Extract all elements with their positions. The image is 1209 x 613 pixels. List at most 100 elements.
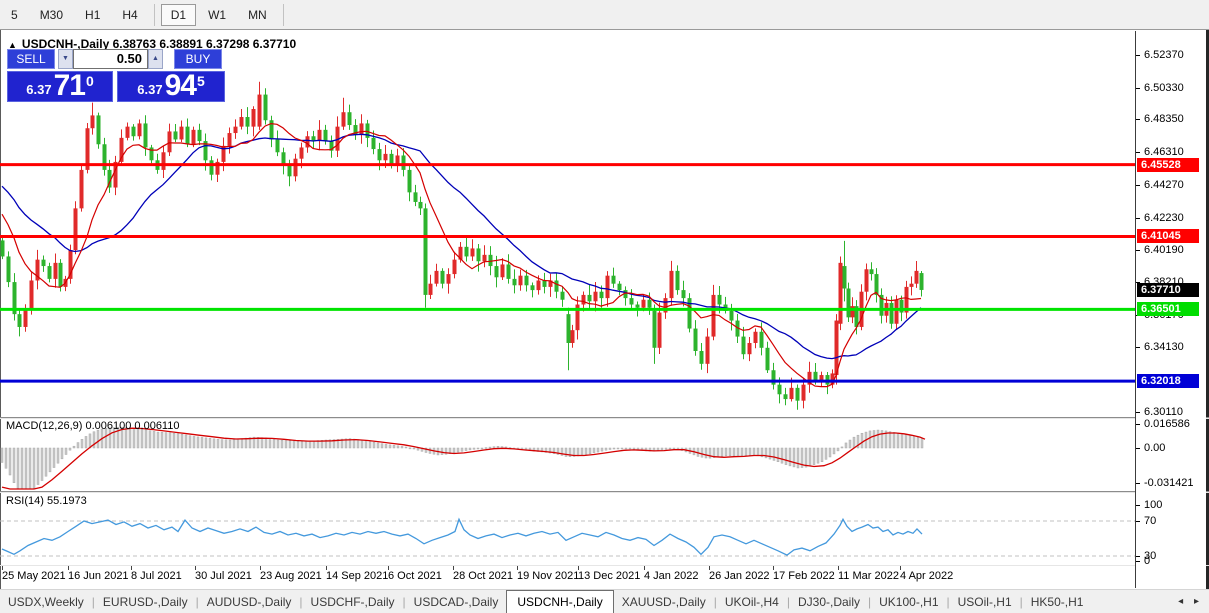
candle-bearish <box>408 170 412 192</box>
candle-bearish <box>42 260 46 266</box>
macd-histogram-bar <box>405 447 407 448</box>
macd-histogram-bar <box>265 438 267 448</box>
axis-tick <box>1136 521 1140 522</box>
macd-histogram-bar <box>477 448 479 449</box>
chart-canvas[interactable] <box>0 32 1135 588</box>
date-axis-tick <box>195 566 196 570</box>
chart-tab-usdcnh-daily[interactable]: USDCNH-,Daily <box>506 590 613 613</box>
macd-histogram-bar <box>729 448 731 456</box>
sell-button[interactable]: SELL <box>7 49 55 69</box>
candle-bullish <box>865 269 869 291</box>
candle-bearish <box>600 292 604 298</box>
candle-bullish <box>180 127 184 140</box>
macd-histogram-bar <box>365 441 367 448</box>
timeframe-button-W1[interactable]: W1 <box>198 4 236 26</box>
date-axis-label: 4 Apr 2022 <box>900 570 953 582</box>
chart-tab-hk50-h1[interactable]: HK50-,H1 <box>1023 592 1092 612</box>
timeframe-toolbar: 5M30H1H4 D1W1MN <box>0 0 1209 30</box>
candle-bullish <box>606 276 610 298</box>
macd-histogram-bar <box>701 448 703 457</box>
volume-input[interactable]: 0.50 <box>73 49 148 69</box>
price-axis-label: 6.48350 <box>1144 113 1184 125</box>
timeframe-button-MN[interactable]: MN <box>238 4 277 26</box>
macd-indicator-label: MACD(12,26,9) 0.006100 0.006110 <box>6 420 179 432</box>
volume-increase-icon[interactable]: ▲ <box>148 49 163 69</box>
axis-tick <box>1136 88 1140 89</box>
chart-tab-eurusd-daily[interactable]: EURUSD-,Daily <box>95 592 196 612</box>
chart-tab-usoil-h1[interactable]: USOil-,H1 <box>950 592 1020 612</box>
price-tag: 6.37710 <box>1137 283 1199 297</box>
macd-histogram-bar <box>493 447 495 448</box>
macd-rsi-separator[interactable] <box>0 491 1209 493</box>
candle-bullish <box>74 208 78 250</box>
candle-bullish <box>252 109 256 127</box>
macd-histogram-bar <box>385 444 387 448</box>
price-tag: 6.45528 <box>1137 158 1199 172</box>
chart-tab-usdcad-daily[interactable]: USDCAD-,Daily <box>406 592 507 612</box>
price-axis-label: 6.42230 <box>1144 212 1184 224</box>
chart-tab-ukoil-h4[interactable]: UKOil-,H4 <box>717 592 787 612</box>
sell-price-panel[interactable]: 6.37 71 0 <box>7 71 113 102</box>
macd-histogram-bar <box>209 438 211 448</box>
candle-bearish <box>618 284 622 290</box>
chart-tab-usdx-weekly[interactable]: USDX,Weekly <box>0 592 92 612</box>
macd-histogram-bar <box>217 439 219 448</box>
macd-histogram-bar <box>389 445 391 448</box>
price-macd-separator[interactable] <box>0 417 1209 419</box>
macd-histogram-bar <box>141 429 143 448</box>
candle-bullish <box>234 127 238 133</box>
macd-histogram-bar <box>473 448 475 449</box>
macd-axis-label: 0.016586 <box>1144 418 1190 430</box>
volume-decrease-icon[interactable]: ▼ <box>58 49 73 69</box>
chart-tab-xauusd-daily[interactable]: XAUUSD-,Daily <box>614 592 714 612</box>
candle-bearish <box>694 329 698 351</box>
candle-bullish <box>126 127 130 138</box>
date-axis-label: 23 Aug 2021 <box>260 570 322 582</box>
macd-histogram-bar <box>805 448 807 467</box>
rsi-line <box>2 519 922 555</box>
candle-bullish <box>447 274 451 284</box>
candle-bearish <box>531 285 535 290</box>
chart-tab-uk100-h1[interactable]: UK100-,H1 <box>871 592 946 612</box>
candle-bearish <box>513 279 517 285</box>
macd-histogram-bar <box>49 448 51 472</box>
macd-histogram-bar <box>169 433 171 448</box>
macd-histogram-bar <box>593 448 595 453</box>
candle-bearish <box>424 208 428 295</box>
macd-histogram-bar <box>173 433 175 448</box>
date-axis-label: 13 Dec 2021 <box>578 570 640 582</box>
timeframe-button-H1[interactable]: H1 <box>75 4 110 26</box>
candle-bearish <box>718 295 722 305</box>
candle-bearish <box>246 117 250 127</box>
macd-histogram-bar <box>861 433 863 448</box>
candle-bearish <box>648 300 652 308</box>
macd-histogram-bar <box>669 448 671 449</box>
buy-button[interactable]: BUY <box>174 49 222 69</box>
macd-histogram-bar <box>33 448 35 488</box>
macd-histogram-bar <box>673 448 675 449</box>
timeframe-button-M30[interactable]: M30 <box>30 4 73 26</box>
candle-bullish <box>24 309 28 327</box>
macd-histogram-bar <box>233 440 235 448</box>
tab-scroll-arrows-icon[interactable]: ◂ ▸ <box>1178 596 1203 607</box>
candle-bullish <box>915 271 919 284</box>
candle-bearish <box>390 154 394 164</box>
candle-bearish <box>766 348 770 370</box>
macd-histogram-bar <box>301 441 303 448</box>
macd-histogram-bar <box>581 448 583 455</box>
macd-histogram-bar <box>65 448 67 455</box>
timeframe-button-D1[interactable]: D1 <box>161 4 196 26</box>
timeframe-button-H4[interactable]: H4 <box>112 4 147 26</box>
macd-histogram-bar <box>769 448 771 459</box>
candle-bearish <box>778 385 782 395</box>
date-axis-label: 16 Jun 2021 <box>68 570 129 582</box>
timeframe-button-5[interactable]: 5 <box>1 4 28 26</box>
chart-tab-dj30-daily[interactable]: DJ30-,Daily <box>790 592 868 612</box>
buy-price-sup: 5 <box>197 73 205 89</box>
chart-tab-usdchf-daily[interactable]: USDCHF-,Daily <box>303 592 403 612</box>
candle-bearish <box>276 139 280 152</box>
chart-tab-audusd-daily[interactable]: AUDUSD-,Daily <box>199 592 300 612</box>
date-axis-tick <box>2 566 3 570</box>
buy-price-panel[interactable]: 6.37 94 5 <box>117 71 225 102</box>
candle-bullish <box>910 284 914 287</box>
